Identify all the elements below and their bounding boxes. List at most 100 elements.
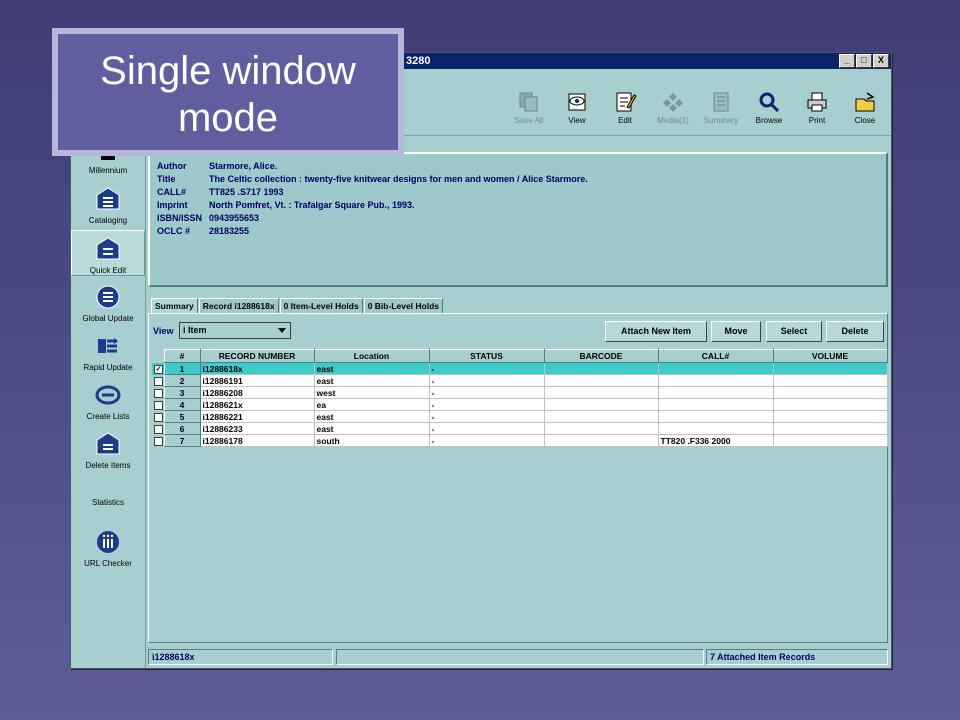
barcode-cell bbox=[543, 398, 659, 411]
view-select-value: i Item bbox=[183, 325, 207, 335]
table-row[interactable]: 6 i12886233 east - bbox=[152, 422, 888, 435]
column-header-location[interactable]: Location bbox=[313, 349, 430, 363]
callout-text: Single window mode bbox=[58, 34, 398, 150]
cataloging-icon bbox=[96, 187, 120, 210]
row-checkbox[interactable]: ✓ bbox=[154, 364, 163, 374]
row-checkbox[interactable] bbox=[154, 412, 163, 422]
table-row[interactable]: 3 i12886208 west - bbox=[152, 386, 888, 399]
browse-button[interactable]: Browse bbox=[745, 91, 793, 125]
location-cell: east bbox=[313, 374, 430, 387]
global-update-icon bbox=[96, 285, 120, 309]
tab-record[interactable]: Record i1288618x bbox=[198, 298, 279, 314]
location-cell: south bbox=[313, 434, 430, 447]
sidebar: Millennium Cataloging Quick Edit Global … bbox=[71, 136, 146, 668]
row-number: 3 bbox=[163, 386, 201, 399]
row-checkbox[interactable] bbox=[154, 400, 163, 410]
sidebar-item-global-update[interactable]: Global Update bbox=[71, 284, 145, 323]
close-window-button[interactable]: X bbox=[873, 54, 889, 68]
status-cell: - bbox=[428, 434, 545, 447]
view-select[interactable]: i Item bbox=[179, 322, 291, 339]
column-header-record-number[interactable]: RECORD NUMBER bbox=[199, 349, 315, 363]
table-row[interactable]: 7 i12886178 south - TT820 .F336 2000 bbox=[152, 434, 888, 447]
table-row[interactable]: 4 i1288621x ea - bbox=[152, 398, 888, 411]
volume-cell bbox=[772, 434, 888, 447]
column-header-volume[interactable]: VOLUME bbox=[772, 349, 888, 363]
column-header-call-number[interactable]: CALL# bbox=[657, 349, 774, 363]
table-header: # RECORD NUMBER Location STATUS BARCODE … bbox=[152, 349, 888, 363]
row-checkbox-cell: ✓ bbox=[152, 362, 164, 375]
sidebar-item-url-checker[interactable]: URL Checker bbox=[71, 529, 145, 568]
volume-cell bbox=[772, 362, 888, 375]
save-all-icon bbox=[519, 92, 538, 112]
column-header-number[interactable]: # bbox=[163, 349, 201, 363]
call-number-cell bbox=[657, 398, 774, 411]
view-button[interactable]: View bbox=[553, 91, 601, 125]
sidebar-item-rapid-update[interactable]: Rapid Update bbox=[71, 333, 145, 372]
delete-button[interactable]: Delete bbox=[826, 321, 884, 342]
status-cell: - bbox=[428, 422, 545, 435]
edit-button[interactable]: Edit bbox=[601, 91, 649, 125]
attach-new-item-button[interactable]: Attach New Item bbox=[605, 321, 707, 342]
callout-line-1: Single window bbox=[100, 49, 356, 93]
callout-line-2: mode bbox=[177, 96, 279, 140]
window-title: 3280 bbox=[406, 55, 431, 67]
record-number-cell: i12886221 bbox=[199, 410, 315, 423]
chevron-down-icon bbox=[278, 328, 286, 333]
location-cell: east bbox=[313, 362, 430, 375]
row-number: 6 bbox=[163, 422, 201, 435]
items-table: # RECORD NUMBER Location STATUS BARCODE … bbox=[152, 349, 888, 447]
slide-callout: Single window mode bbox=[52, 28, 404, 156]
status-cell: - bbox=[428, 410, 545, 423]
sidebar-item-cataloging[interactable]: Cataloging bbox=[71, 186, 145, 225]
sidebar-item-create-lists[interactable]: Create Lists bbox=[71, 382, 145, 421]
tab-summary[interactable]: Summary bbox=[151, 298, 198, 314]
bib-title: Title The Celtic collection : twenty-five… bbox=[157, 174, 588, 184]
status-message bbox=[336, 649, 704, 665]
column-header-barcode[interactable]: BARCODE bbox=[543, 349, 659, 363]
record-number-cell: i12886208 bbox=[199, 386, 315, 399]
bib-imprint: Imprint North Pomfret, Vt. : Trafalgar Sq… bbox=[157, 200, 415, 210]
status-item-count: 7 Attached Item Records bbox=[706, 649, 888, 665]
record-number-cell: i1288618x bbox=[199, 362, 315, 375]
row-checkbox-cell bbox=[152, 374, 164, 387]
maximize-button[interactable]: □ bbox=[856, 54, 872, 68]
table-row[interactable]: ✓ 1 i1288618x east - bbox=[152, 362, 888, 375]
table-row[interactable]: 2 i12886191 east - bbox=[152, 374, 888, 387]
bib-oclc: OCLC #28183255 bbox=[157, 226, 250, 236]
save-all-button[interactable]: Save All bbox=[505, 91, 553, 125]
media-button[interactable]: Media(1) bbox=[649, 91, 697, 125]
view-label: View bbox=[153, 326, 174, 336]
record-number-cell: i1288621x bbox=[199, 398, 315, 411]
print-button[interactable]: Print bbox=[793, 91, 841, 125]
quick-edit-icon bbox=[96, 237, 120, 260]
sidebar-item-delete-items[interactable]: Delete Items bbox=[71, 431, 145, 470]
call-number-cell: TT820 .F336 2000 bbox=[657, 434, 774, 447]
close-button[interactable]: Close bbox=[841, 91, 889, 125]
row-checkbox[interactable] bbox=[154, 376, 163, 386]
summary-button[interactable]: Summary bbox=[697, 91, 745, 125]
volume-cell bbox=[772, 374, 888, 387]
view-icon bbox=[568, 93, 586, 111]
status-record: i1288618x bbox=[148, 649, 333, 665]
volume-cell bbox=[772, 422, 888, 435]
record-number-cell: i12886191 bbox=[199, 374, 315, 387]
minimize-button[interactable]: _ bbox=[839, 54, 855, 68]
row-number: 7 bbox=[163, 434, 201, 447]
row-checkbox[interactable] bbox=[154, 436, 163, 446]
column-header-status[interactable]: STATUS bbox=[428, 349, 545, 363]
location-cell: ea bbox=[313, 398, 430, 411]
row-number: 4 bbox=[163, 398, 201, 411]
row-number: 1 bbox=[163, 362, 201, 375]
move-button[interactable]: Move bbox=[711, 321, 761, 342]
barcode-cell bbox=[543, 362, 659, 375]
tab-item-level-holds[interactable]: 0 Item-Level Holds bbox=[279, 298, 363, 314]
select-button[interactable]: Select bbox=[766, 321, 822, 342]
row-checkbox[interactable] bbox=[154, 424, 163, 434]
tab-bib-level-holds[interactable]: 0 Bib-Level Holds bbox=[363, 298, 444, 314]
table-row[interactable]: 5 i12886221 east - bbox=[152, 410, 888, 423]
row-checkbox[interactable] bbox=[154, 388, 163, 398]
row-checkbox-cell bbox=[152, 386, 164, 399]
sidebar-item-quick-edit[interactable]: Quick Edit bbox=[71, 230, 145, 276]
status-cell: - bbox=[428, 386, 545, 399]
sidebar-item-statistics[interactable]: Statistics bbox=[71, 498, 145, 507]
